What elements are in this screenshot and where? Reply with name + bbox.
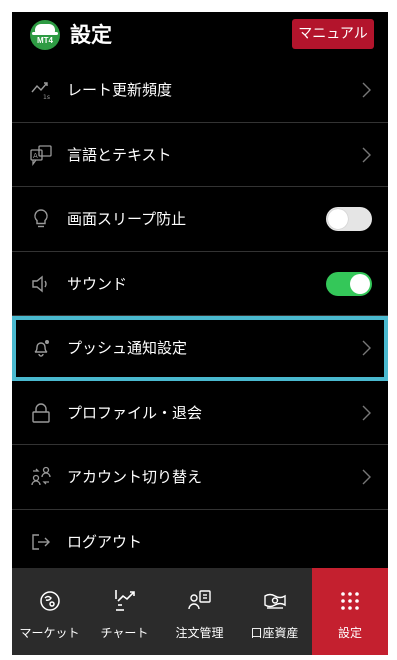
sound-toggle[interactable] <box>326 271 372 296</box>
svg-text:1s: 1s <box>43 94 50 101</box>
language-icon: A <box>30 144 52 166</box>
chevron-right-icon <box>358 340 374 356</box>
settings-item-label: レート更新頻度 <box>67 81 173 99</box>
tab-order[interactable]: 注文管理 <box>162 568 237 655</box>
tab-label: チャート <box>100 626 149 640</box>
app-logo: MT4 <box>30 20 60 50</box>
tab-chart[interactable]: チャート <box>87 568 162 655</box>
settings-item-label: プロファイル・退会 <box>67 403 203 422</box>
page-title: 設定 <box>70 23 112 47</box>
header: MT4 設定 マニュアル <box>12 12 388 58</box>
market-icon <box>37 588 63 614</box>
money-icon <box>262 588 288 614</box>
sleep-prevention-toggle[interactable] <box>326 207 372 231</box>
tab-market[interactable]: マーケット <box>12 568 87 655</box>
settings-item-label: ログアウト <box>67 532 143 551</box>
speaker-icon <box>30 273 52 295</box>
bottom-tab-bar: マーケット チャート 注文管理 口座資産 設定 <box>12 568 388 655</box>
settings-item-label: 言語とテキスト <box>67 145 172 164</box>
tab-label: マーケット <box>19 626 80 640</box>
settings-item-push-notification[interactable]: プッシュ通知設定 <box>12 316 388 381</box>
tab-label: 注文管理 <box>175 626 224 640</box>
lock-icon <box>30 402 52 424</box>
tab-settings[interactable]: 設定 <box>312 568 388 655</box>
settings-screen: MT4 設定 マニュアル 1s レート更新頻度 A 言語とテキスト 画面スリープ… <box>12 12 388 655</box>
chevron-right-icon <box>358 405 374 421</box>
manual-button[interactable]: マニュアル <box>292 19 374 49</box>
settings-item-label: 画面スリープ防止 <box>67 210 187 228</box>
chart-icon <box>112 588 138 614</box>
settings-item-label: プッシュ通知設定 <box>67 339 188 357</box>
chevron-right-icon <box>358 147 374 163</box>
lightbulb-icon <box>30 208 52 230</box>
tab-account-assets[interactable]: 口座資産 <box>237 568 312 655</box>
chevron-right-icon <box>358 82 374 98</box>
logout-icon <box>30 531 52 553</box>
rate-update-icon: 1s <box>30 79 52 101</box>
grid-icon <box>337 588 363 614</box>
tab-label: 設定 <box>337 626 362 640</box>
settings-item-sleep-prevention: 画面スリープ防止 <box>12 187 388 252</box>
chevron-right-icon <box>358 469 374 485</box>
settings-item-profile[interactable]: プロファイル・退会 <box>12 381 388 445</box>
settings-item-sound: サウンド <box>12 252 388 316</box>
settings-item-rate-update[interactable]: 1s レート更新頻度 <box>12 58 388 123</box>
bell-icon <box>30 337 52 359</box>
settings-item-language[interactable]: A 言語とテキスト <box>12 123 388 187</box>
tab-label: 口座資産 <box>250 626 299 640</box>
order-icon <box>187 588 213 614</box>
logo-text: MT4 <box>37 36 53 45</box>
settings-item-switch-account[interactable]: アカウント切り替え <box>12 445 388 510</box>
switch-account-icon <box>30 466 52 488</box>
svg-text:A: A <box>33 152 38 160</box>
settings-item-logout[interactable]: ログアウト <box>12 510 388 575</box>
settings-list: 1s レート更新頻度 A 言語とテキスト 画面スリープ防止 サウンド プッシュ通… <box>12 58 388 574</box>
settings-item-label: アカウント切り替え <box>67 468 203 486</box>
settings-item-label: サウンド <box>67 274 128 293</box>
